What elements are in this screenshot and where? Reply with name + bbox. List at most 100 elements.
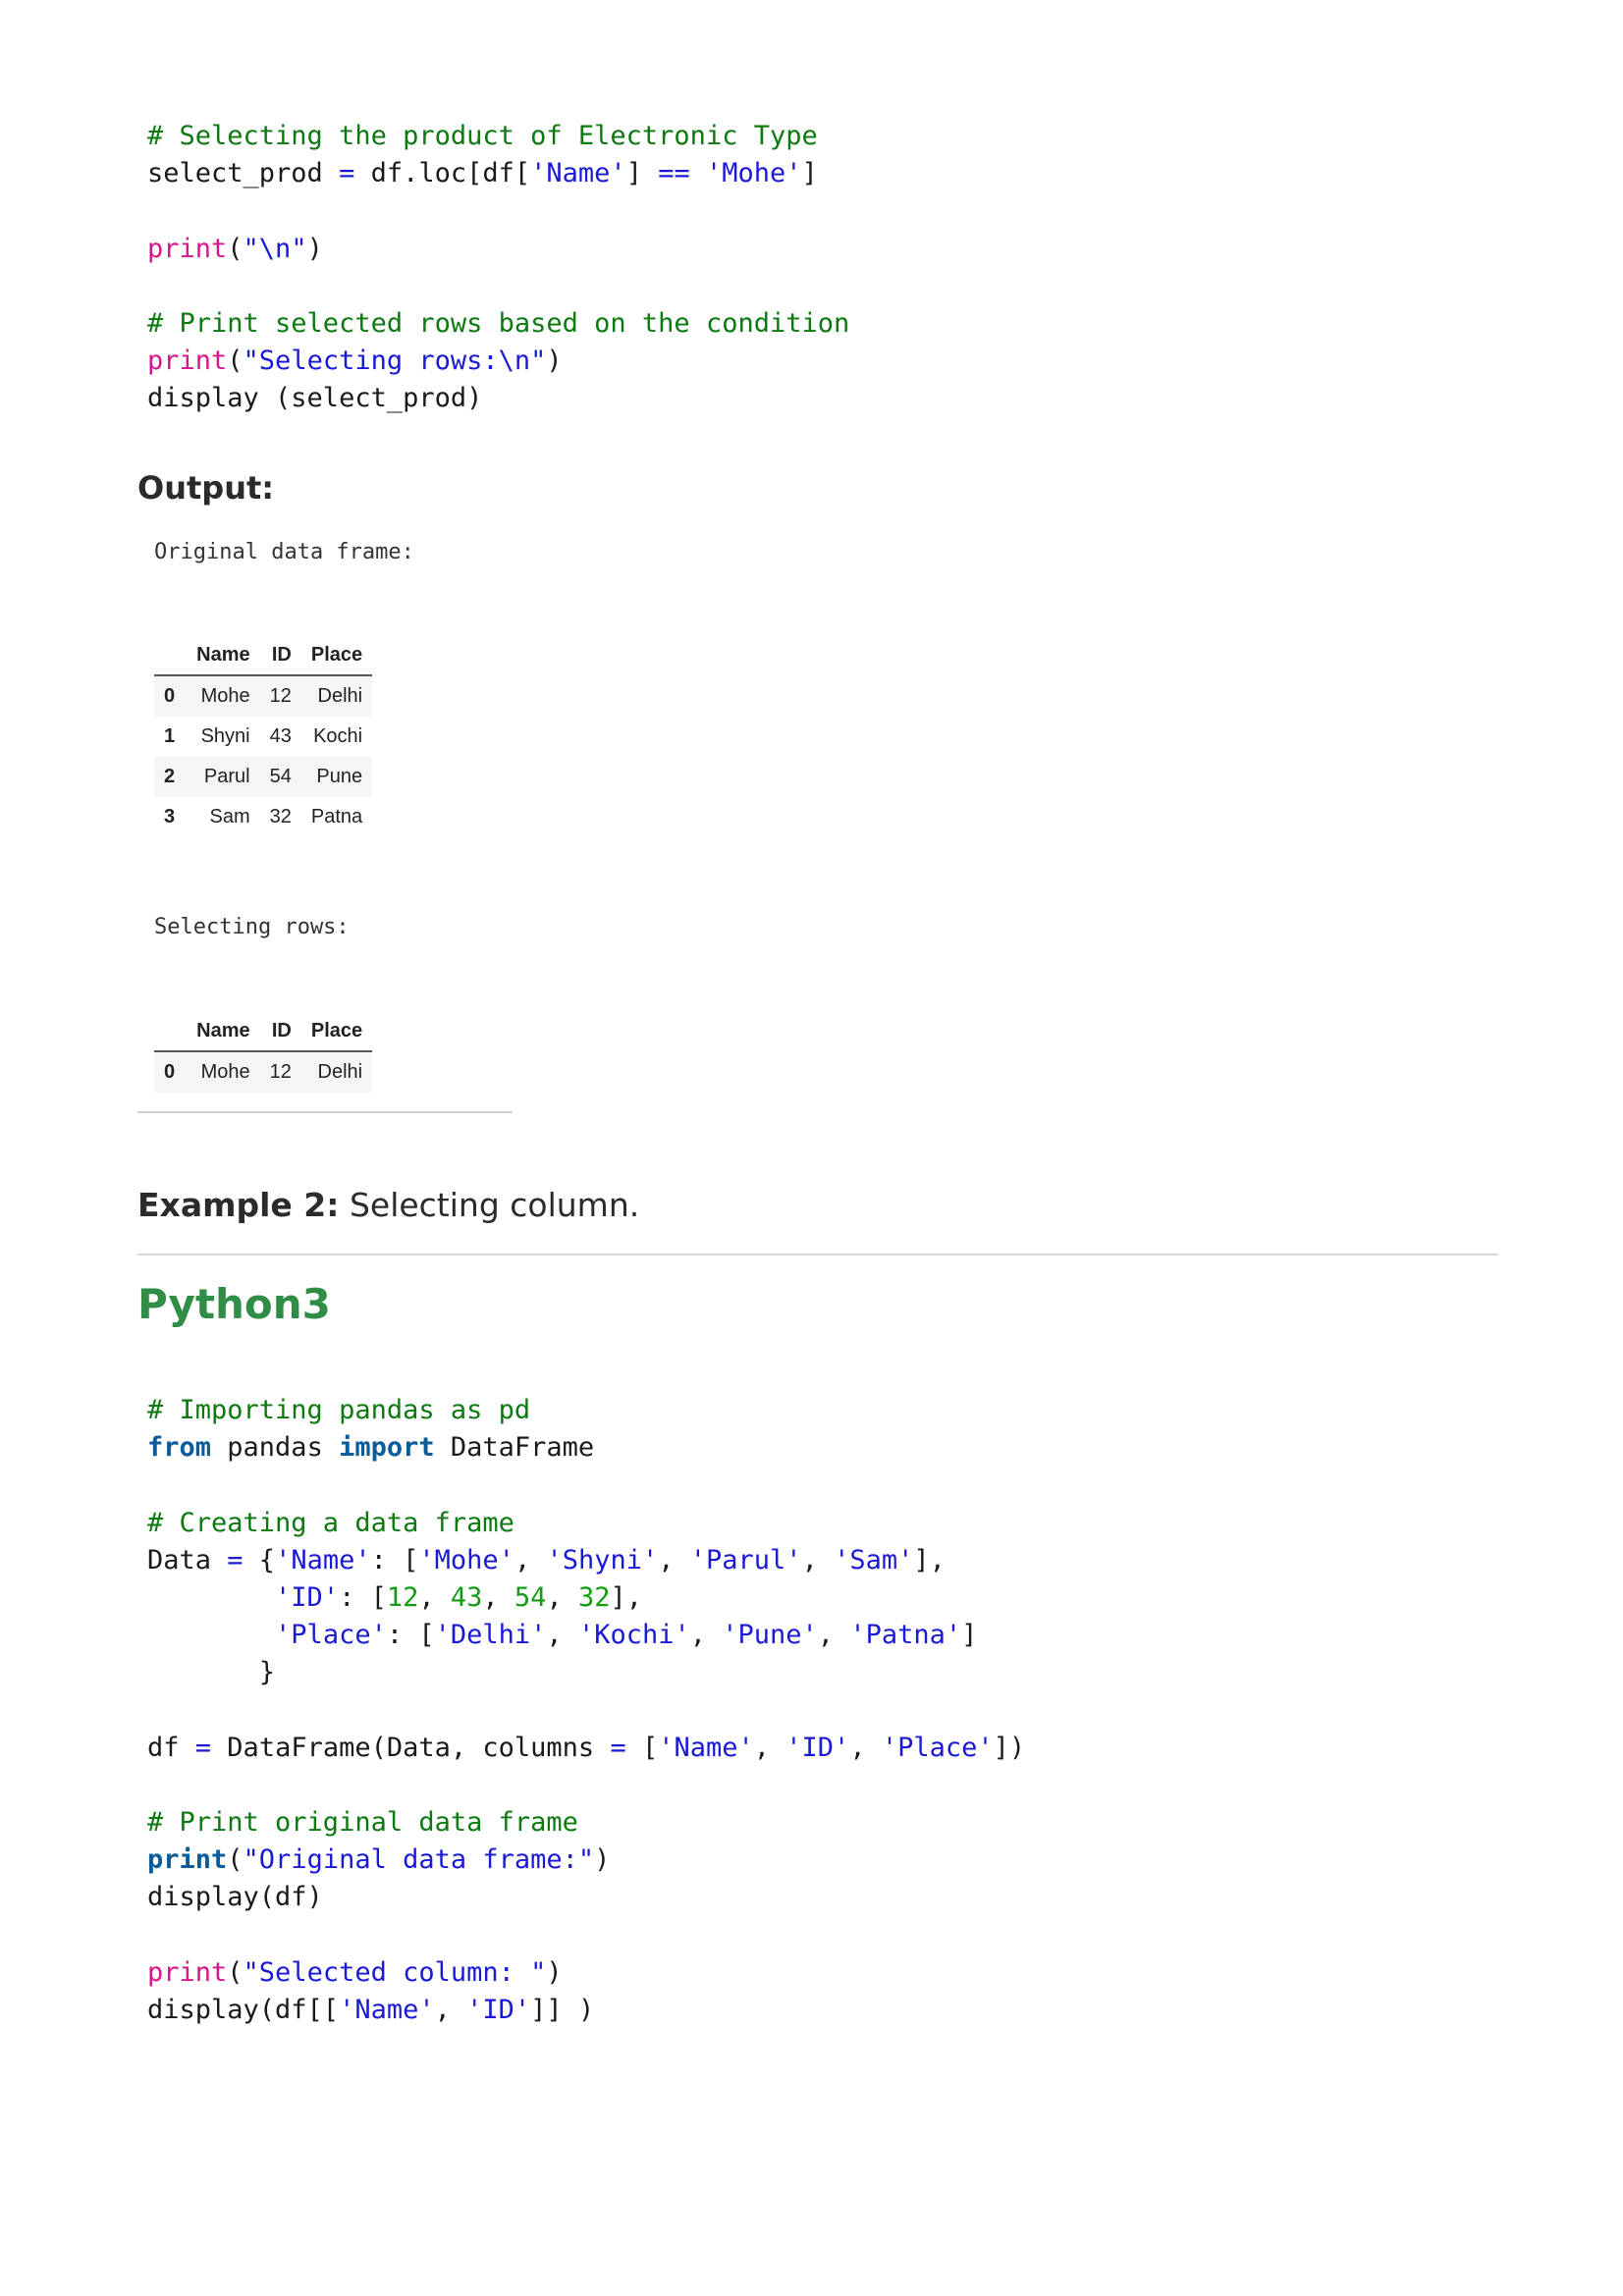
code-line: # Selecting the product of Electronic Ty… [147,118,849,155]
code-token: 'ID' [785,1732,850,1763]
code-token: , [849,1732,882,1763]
example-heading: Example 2: Selecting column. [137,1186,639,1224]
code-token: "Selecting rows:\n" [243,346,547,377]
code-token: 32 [577,1581,611,1613]
code-token: Data [147,1544,228,1575]
table-cell: Sam [209,806,250,828]
code-token: import [339,1432,435,1464]
code-line: df = DataFrame(Data, columns = ['Name', … [147,1730,1025,1767]
code-token: ) [546,346,563,377]
column-header: Name [187,1011,260,1052]
code-token: ], [913,1544,946,1575]
table-row: 0 Mohe 12 Delhi [154,1051,373,1093]
code-token: "Original data frame:" [243,1844,595,1876]
code-token: "Selected column: " [243,1956,547,1988]
code-token: , [753,1732,786,1763]
code-token: 'Name' [275,1544,371,1575]
code-token: 'Place' [275,1620,387,1651]
language-tab-python3[interactable]: Python3 [137,1280,331,1328]
table-cell: Delhi [317,685,363,707]
code-token: df [147,1732,195,1763]
code-token: pandas [211,1432,340,1464]
code-token: 'Parul' [689,1544,802,1575]
code-token: 'Kochi' [577,1620,690,1651]
code-token: , [546,1581,578,1613]
table-row: 1 Shyni 43 Kochi [154,717,372,757]
example-label: Example 2: [137,1186,340,1224]
code-token: ) [594,1844,611,1876]
code-token: 'Name' [658,1732,754,1763]
table-row: 0 Mohe 12 Delhi [154,675,373,717]
code-token: , [482,1581,514,1613]
code-line: print("Selecting rows:\n") [147,343,849,380]
code-token: 'Delhi' [434,1620,547,1651]
table-cell: Pune [316,766,363,787]
code-line: # Importing pandas as pd [147,1392,1025,1429]
code-token: 'ID' [466,1995,531,2025]
code-token: 'Place' [881,1732,994,1763]
code-token: 'ID' [275,1581,340,1613]
row-index: 2 [164,766,176,787]
index-header [154,1011,188,1052]
code-token: # Importing pandas as pd [147,1395,531,1425]
code-token: : [ [386,1620,435,1651]
code-token: ]] ) [530,1995,595,2025]
table-cell: 32 [269,806,292,828]
column-header: Place [300,1011,373,1052]
code-line: from pandas import DataFrame [147,1429,1025,1467]
code-token: 43 [450,1581,483,1613]
code-token: # Print original data frame [147,1807,578,1839]
code-line: display (select_prod) [147,380,849,417]
table-cell: 12 [269,685,292,707]
code-line: # Creating a data frame [147,1505,1025,1542]
code-line: display(df[['Name', 'ID']] ) [147,1992,1025,2029]
code-line: # Print selected rows based on the condi… [147,305,849,343]
code-line: 'Place': ['Delhi', 'Kochi', 'Pune', 'Pat… [147,1617,1025,1654]
code-line: # Print original data frame [147,1804,1025,1842]
code-token: ] [801,158,818,189]
table-row: 2 Parul 54 Pune [154,757,373,797]
code-token: ( [227,346,243,377]
code-block-1: # Selecting the product of Electronic Ty… [147,118,849,418]
code-line: } [147,1654,1025,1691]
code-line: print("Selected column: ") [147,1954,1025,1992]
code-token: , [546,1620,578,1651]
code-line: Data = {'Name': ['Mohe', 'Shyni', 'Parul… [147,1542,1025,1579]
code-token: print [147,1844,228,1876]
table-cell: Patna [310,806,363,828]
code-token: # Selecting the product of Electronic Ty… [147,121,818,151]
table-cell: Kochi [313,725,363,747]
code-token: [ [625,1732,659,1763]
code-token: ( [227,1844,243,1876]
code-token: , [801,1544,835,1575]
code-token: = [194,1732,212,1763]
code-token: 'Mohe' [418,1544,514,1575]
code-token: # Creating a data frame [147,1507,514,1538]
table-cell: 12 [269,1061,292,1083]
code-token: { [243,1544,276,1575]
code-token: # Print selected rows based on the condi… [147,307,850,339]
code-token: , [658,1544,690,1575]
code-token: 'Patna' [849,1620,962,1651]
selected-dataframe-table: Name ID Place 0 Mohe 12 Delhi [154,1011,373,1093]
code-token: 54 [514,1581,547,1613]
row-index: 0 [164,685,176,707]
code-line: select_prod = df.loc[df['Name'] == 'Mohe… [147,155,849,192]
code-token: display(df) [147,1882,323,1913]
table-cell: Parul [203,766,250,787]
table-header-row: Name ID Place [154,1011,373,1052]
code-token: 'Name' [339,1995,435,2025]
table-row: 3 Sam 32 Patna [154,797,372,837]
table-cell: Mohe [200,685,250,707]
code-token: } [147,1657,276,1688]
table-cell: 43 [269,725,292,747]
code-token: ( [227,1956,243,1988]
code-token: display(df[[ [147,1995,340,2025]
code-token: , [817,1620,850,1651]
table-header-row: Name ID Place [154,635,373,676]
